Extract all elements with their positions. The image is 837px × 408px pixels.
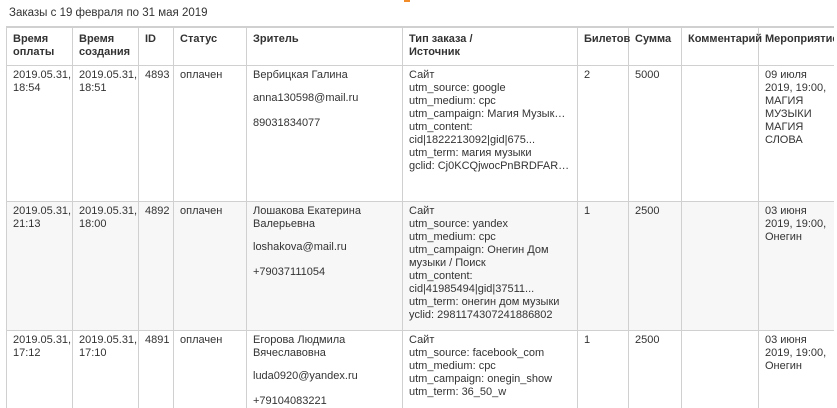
source-line: utm_term: онегин дом музыки	[409, 296, 571, 309]
top-accent-bar	[404, 0, 410, 2]
column-header-source-label: Источник	[409, 46, 571, 59]
cell-event[interactable]: 03 июня 2019, 19:00, Онегин	[759, 331, 835, 408]
source-line: Сайт	[409, 69, 571, 82]
source-line: yclid: 2981174307241886802	[409, 309, 571, 322]
cell-id: 4893	[139, 66, 174, 202]
viewer-phone: +79104083221	[253, 395, 396, 408]
source-line: utm_term: магия музыки	[409, 147, 571, 160]
viewer-email: luda0920@yandex.ru	[253, 370, 396, 383]
source-line: cid|41985494|gid|37511...	[409, 283, 571, 296]
column-header-created-time[interactable]: Время создания	[73, 28, 139, 66]
cell-source: Сайт utm_source: yandex utm_medium: cpc …	[403, 202, 578, 331]
table-row[interactable]: 2019.05.31, 21:13 2019.05.31, 18:00 4892…	[7, 202, 835, 331]
viewer-name: Лошакова Екатерина Валерьевна	[253, 205, 396, 231]
cell-tickets: 1	[578, 202, 629, 331]
table-header-row: Время оплаты Время создания ID Статус Зр…	[7, 28, 835, 66]
page-title: Заказы с 19 февраля по 31 мая 2019	[9, 7, 208, 19]
cell-status: оплачен	[174, 331, 247, 408]
source-line: utm_campaign: onegin_show	[409, 373, 571, 386]
column-header-order-type[interactable]: Тип заказа / Источник	[403, 28, 578, 66]
source-line: utm_medium: cpc	[409, 231, 571, 244]
cell-tickets: 2	[578, 66, 629, 202]
source-line: gclid: Cj0KCQjwocPnBRDFARIsAJ...	[409, 160, 571, 173]
cell-source: Сайт utm_source: google utm_medium: cpc …	[403, 66, 578, 202]
source-line: utm_campaign: Онегин Дом музыки / Поиск	[409, 244, 571, 270]
cell-event[interactable]: 03 июня 2019, 19:00, Онегин	[759, 202, 835, 331]
source-line: cid|1822213092|gid|675...	[409, 134, 571, 147]
column-header-event[interactable]: Мероприятие	[759, 28, 835, 66]
source-line: utm_content:	[409, 121, 571, 134]
table-row[interactable]: 2019.05.31, 17:12 2019.05.31, 17:10 4891…	[7, 331, 835, 408]
viewer-name: Егорова Людмила Вячеславовна	[253, 334, 396, 360]
cell-paid-time: 2019.05.31, 21:13	[7, 202, 73, 331]
column-header-id[interactable]: ID	[139, 28, 174, 66]
source-line: utm_medium: cpc	[409, 360, 571, 373]
column-header-sum[interactable]: Сумма	[629, 28, 682, 66]
table-row[interactable]: 2019.05.31, 18:54 2019.05.31, 18:51 4893…	[7, 66, 835, 202]
source-line: utm_content:	[409, 270, 571, 283]
cell-event[interactable]: 09 июля 2019, 19:00, МАГИЯ МУЗЫКИ МАГИЯ …	[759, 66, 835, 202]
column-header-paid-time[interactable]: Время оплаты	[7, 28, 73, 66]
cell-viewer: Лошакова Екатерина Валерьевна loshakova@…	[247, 202, 403, 331]
column-header-tickets[interactable]: Билетов	[578, 28, 629, 66]
cell-comment	[682, 202, 759, 331]
cell-source: Сайт utm_source: facebook_com utm_medium…	[403, 331, 578, 408]
cell-sum: 5000	[629, 66, 682, 202]
column-header-viewer[interactable]: Зритель	[247, 28, 403, 66]
cell-viewer: Егорова Людмила Вячеславовна luda0920@ya…	[247, 331, 403, 408]
source-line: utm_campaign: Магия Музыки Магия Слова	[409, 108, 571, 121]
cell-created-time: 2019.05.31, 18:00	[73, 202, 139, 331]
source-line: Сайт	[409, 205, 571, 218]
cell-sum: 2500	[629, 331, 682, 408]
source-line: utm_source: yandex	[409, 218, 571, 231]
cell-comment	[682, 331, 759, 408]
cell-status: оплачен	[174, 202, 247, 331]
cell-id: 4892	[139, 202, 174, 331]
cell-tickets: 1	[578, 331, 629, 408]
viewer-email: anna130598@mail.ru	[253, 92, 396, 105]
cell-paid-time: 2019.05.31, 17:12	[7, 331, 73, 408]
column-header-order-type-label: Тип заказа /	[409, 33, 571, 46]
source-line: utm_source: google	[409, 82, 571, 95]
viewer-phone: +79037111054	[253, 266, 396, 279]
viewer-email: loshakova@mail.ru	[253, 241, 396, 254]
cell-id: 4891	[139, 331, 174, 408]
cell-created-time: 2019.05.31, 17:10	[73, 331, 139, 408]
cell-viewer: Вербицкая Галина anna130598@mail.ru 8903…	[247, 66, 403, 202]
orders-table-container[interactable]: Время оплаты Время создания ID Статус Зр…	[6, 26, 834, 408]
cell-comment	[682, 66, 759, 202]
viewer-phone: 89031834077	[253, 117, 396, 130]
cell-paid-time: 2019.05.31, 18:54	[7, 66, 73, 202]
cell-status: оплачен	[174, 66, 247, 202]
source-line: utm_term: 36_50_w	[409, 386, 571, 399]
source-line: Сайт	[409, 334, 571, 347]
source-line: utm_source: facebook_com	[409, 347, 571, 360]
column-header-comment[interactable]: Комментарий	[682, 28, 759, 66]
cell-sum: 2500	[629, 202, 682, 331]
source-line: utm_medium: cpc	[409, 95, 571, 108]
orders-table: Время оплаты Время создания ID Статус Зр…	[6, 27, 834, 408]
cell-created-time: 2019.05.31, 18:51	[73, 66, 139, 202]
viewer-name: Вербицкая Галина	[253, 69, 396, 82]
column-header-status[interactable]: Статус	[174, 28, 247, 66]
